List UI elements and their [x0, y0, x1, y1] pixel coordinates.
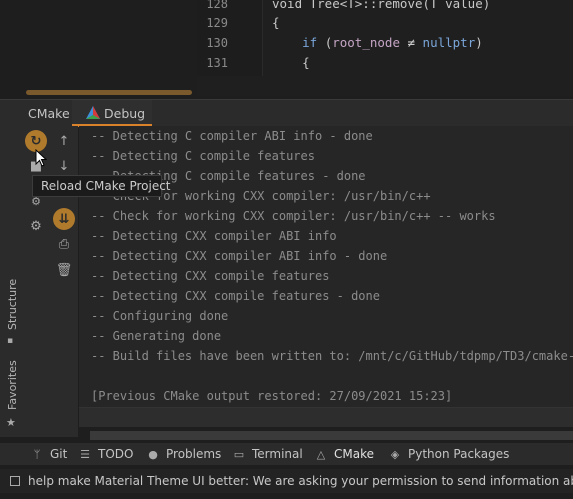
bottom-tab-git[interactable]: ᛘ Git	[30, 443, 68, 465]
tool-window-tabbar: CMake Debug	[0, 99, 573, 127]
left-tool-stripe: Structure ▪ Favorites ★	[0, 126, 24, 437]
packages-icon: ◈	[390, 448, 400, 461]
editor-scroll-thumb[interactable]	[26, 90, 192, 95]
tab-debug-label: Debug	[104, 106, 146, 121]
line-number-gutter: 128 129 130 131	[197, 0, 263, 76]
line-number: 129	[206, 16, 228, 30]
scroll-to-end-icon[interactable]: ⇊	[53, 208, 75, 230]
list-icon: ☰	[80, 448, 90, 461]
bottom-tab-python-packages[interactable]: ◈ Python Packages	[388, 443, 510, 465]
console-line: -- Generating done	[91, 329, 222, 343]
cmake-triangle-icon: △	[316, 448, 326, 461]
gear-icon[interactable]: ⚙	[25, 215, 47, 237]
code-line: {	[272, 15, 280, 30]
structure-tool-button[interactable]: Structure	[6, 279, 19, 330]
console-line: -- Detecting C compiler ABI info - done	[91, 129, 373, 143]
bottom-tab-terminal[interactable]: ▭ Terminal	[232, 443, 303, 465]
notification-icon[interactable]	[10, 476, 20, 486]
bottom-tab-problems[interactable]: ● Problems	[146, 443, 221, 465]
print-icon[interactable]: ⎙	[53, 233, 75, 255]
problems-icon: ●	[148, 448, 158, 461]
console-line: -- Detecting CXX compile features - done	[91, 289, 380, 303]
cmake-console-output[interactable]: -- Detecting C compiler ABI info - done …	[79, 126, 573, 427]
console-current-line[interactable]	[79, 407, 573, 427]
code-line: void Tree<T>::remove(T value)	[272, 0, 491, 11]
cmake-triangle-icon	[86, 106, 100, 119]
console-line: -- Configuring done	[91, 309, 229, 323]
console-line: -- Check for working CXX compiler: /usr/…	[91, 209, 496, 223]
favorites-tool-button[interactable]: Favorites	[6, 360, 19, 410]
line-number: 128	[206, 0, 228, 11]
console-line: -- Detecting C compile features	[91, 149, 315, 163]
code-line: if (root_node ≠ nullptr)	[302, 35, 483, 50]
terminal-icon: ▭	[233, 448, 245, 461]
console-line: -- Detecting CXX compiler ABI info - don…	[91, 249, 388, 263]
cmake-toolbar: ↻ ↑ ■ ↓ ⚙ ⇊ ⚙ ⎙ 🗑	[24, 126, 78, 437]
tab-cmake[interactable]: CMake	[28, 100, 70, 127]
console-line: -- Detecting CXX compile features	[91, 269, 330, 283]
status-message[interactable]: help make Material Theme UI better: We a…	[28, 469, 573, 493]
console-line: -- Build files have been written to: /mn…	[91, 349, 573, 363]
line-number: 131	[206, 56, 228, 70]
structure-icon: ▪	[7, 336, 14, 346]
git-branch-icon: ᛘ	[33, 448, 41, 461]
tab-debug[interactable]: Debug	[72, 100, 152, 127]
code-editor[interactable]: 128 129 130 131 void Tree<T>::remove(T v…	[0, 0, 573, 96]
line-number: 130	[206, 36, 228, 50]
console-line: [Previous CMake output restored: 27/09/2…	[91, 389, 453, 403]
code-line: {	[272, 55, 310, 70]
console-horizontal-scrollbar[interactable]	[90, 431, 573, 440]
trash-icon[interactable]: 🗑	[53, 259, 75, 281]
bottom-tool-bar: ᛘ Git ☰ TODO ● Problems ▭ Terminal △ CMake ◈ P…	[0, 443, 573, 465]
arrow-up-icon[interactable]: ↑	[53, 130, 75, 152]
console-line: -- Detecting CXX compiler ABI info	[91, 229, 337, 243]
arrow-down-icon[interactable]: ↓	[53, 155, 75, 177]
status-bar: help make Material Theme UI better: We a…	[0, 469, 573, 493]
editor-blank-area	[0, 0, 197, 96]
bottom-tab-todo[interactable]: ☰ TODO	[78, 443, 133, 465]
bottom-tab-cmake[interactable]: △ CMake	[314, 443, 374, 465]
star-icon: ★	[6, 416, 16, 429]
mouse-cursor-icon	[35, 149, 47, 167]
tooltip: Reload CMake Project	[32, 175, 171, 197]
code-text[interactable]: void Tree<T>::remove(T value) { if (root…	[272, 0, 490, 90]
